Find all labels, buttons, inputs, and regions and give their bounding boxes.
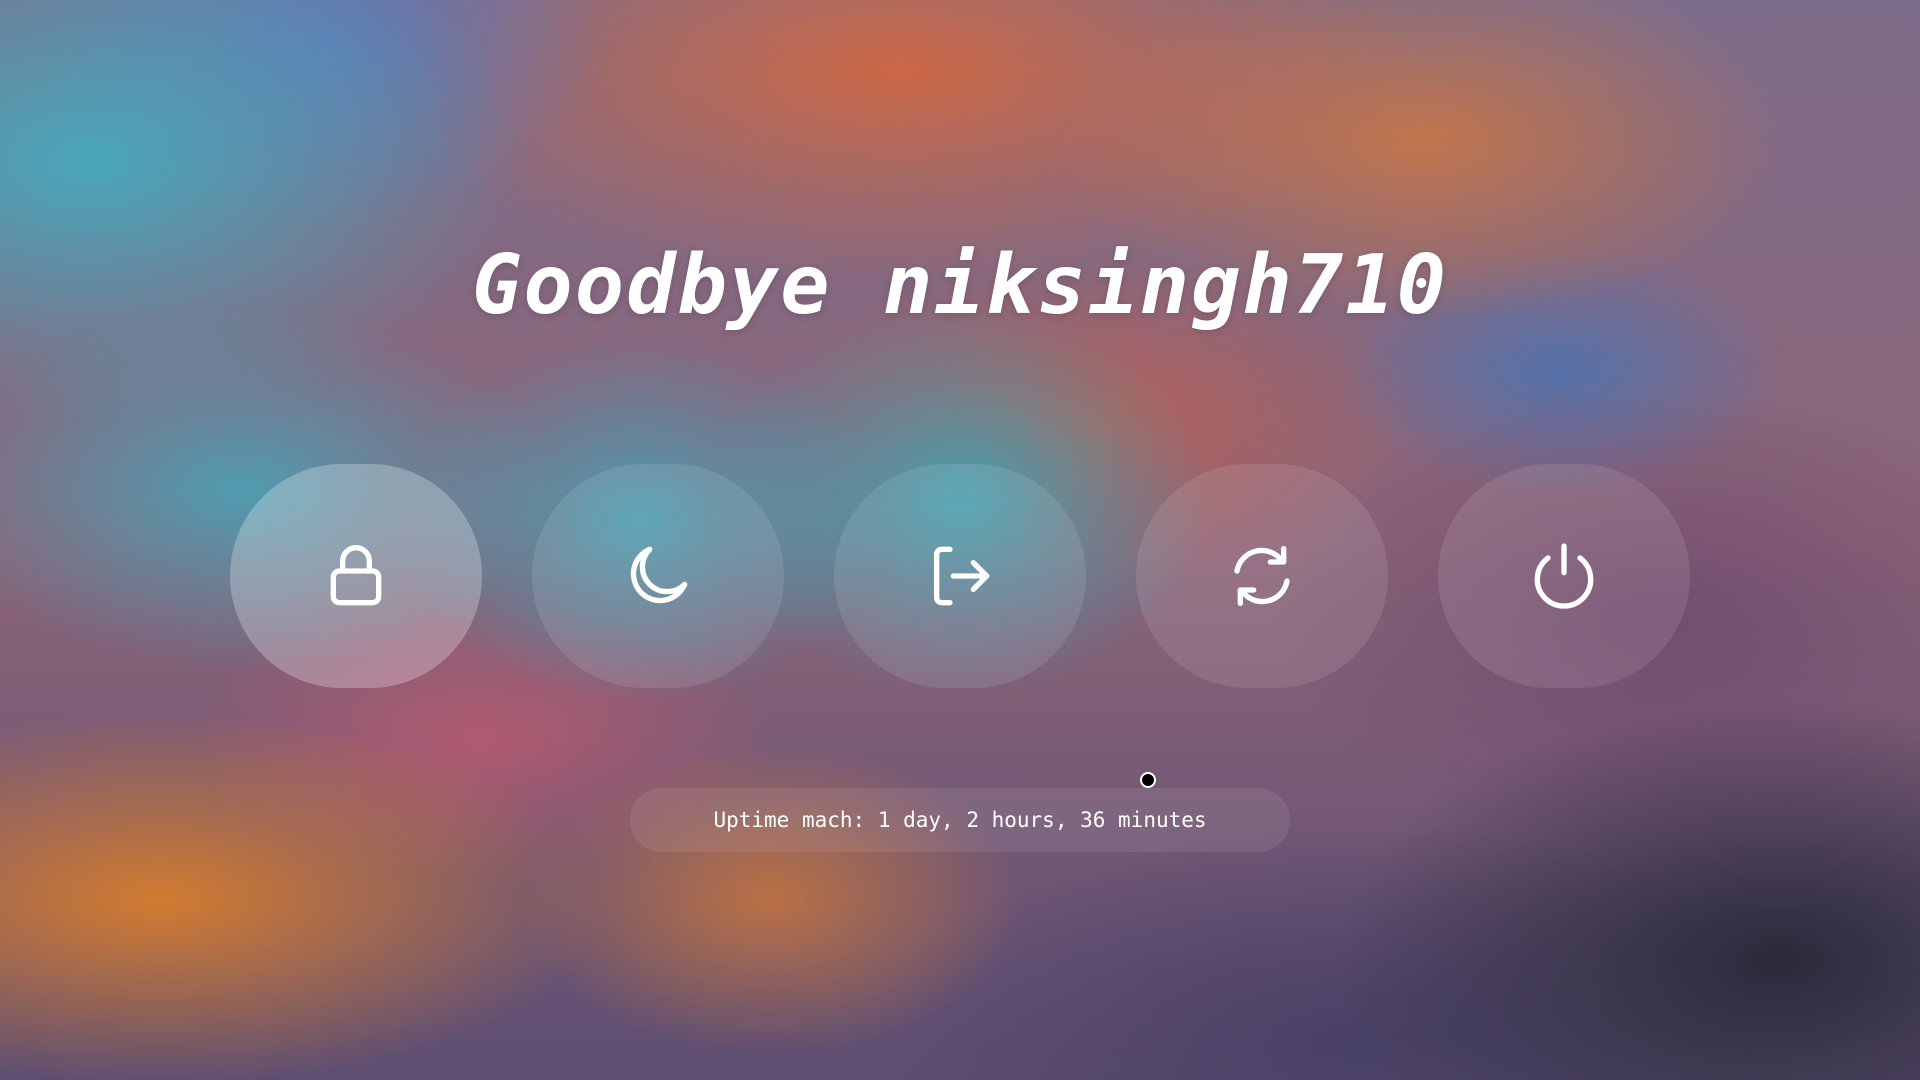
lock-icon xyxy=(330,545,382,606)
lock-button[interactable] xyxy=(230,464,482,688)
logout-button[interactable] xyxy=(834,464,1086,688)
power-menu xyxy=(230,464,1690,688)
goodbye-title: Goodbye niksingh710 xyxy=(472,238,1448,333)
reboot-button[interactable] xyxy=(1136,464,1388,688)
uptime-label: Uptime mach: 1 day, 2 hours, 36 minutes xyxy=(630,788,1290,852)
uptime-text: Uptime mach: 1 day, 2 hours, 36 minutes xyxy=(713,808,1207,832)
logout-icon xyxy=(934,546,990,606)
refresh-icon xyxy=(1234,546,1290,606)
moon-icon xyxy=(630,546,688,604)
shutdown-button[interactable] xyxy=(1438,464,1690,688)
mouse-cursor xyxy=(1140,772,1156,788)
power-icon xyxy=(1534,543,1594,609)
suspend-button[interactable] xyxy=(532,464,784,688)
